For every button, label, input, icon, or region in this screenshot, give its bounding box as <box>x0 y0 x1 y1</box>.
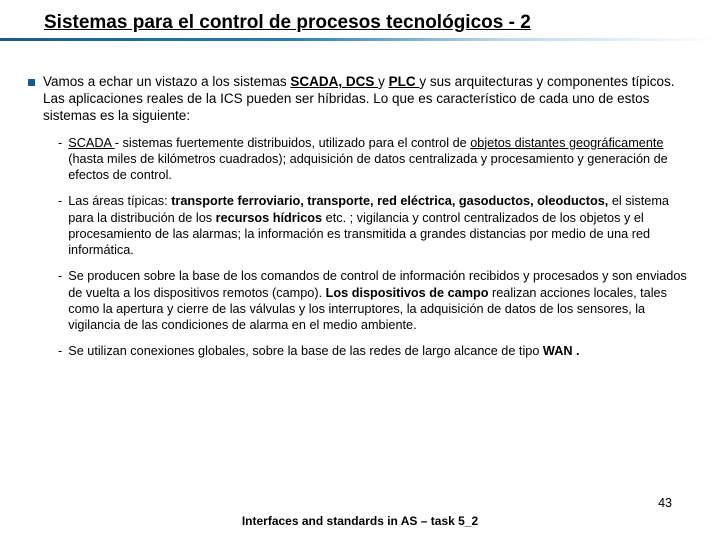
dash-bullet-icon: - <box>58 135 62 151</box>
square-bullet-icon <box>28 79 35 86</box>
dash-bullet-icon: - <box>58 268 62 284</box>
item-text: SCADA - sistemas fuertemente distribuido… <box>68 135 692 184</box>
list-item: - Se producen sobre la base de los coman… <box>58 268 692 333</box>
lead-b1: SCADA, DCS <box>290 74 378 89</box>
lead-mid1: y <box>378 74 389 89</box>
s1b: - sistemas fuertemente distribuidos, uti… <box>115 136 470 150</box>
slide-content: Vamos a echar un vistazo a los sistemas … <box>0 40 720 360</box>
dash-bullet-icon: - <box>58 193 62 209</box>
item-text: Se producen sobre la base de los comando… <box>68 268 692 333</box>
sublist: - SCADA - sistemas fuertemente distribui… <box>28 135 692 360</box>
lead-paragraph: Vamos a echar un vistazo a los sistemas … <box>28 74 692 125</box>
s1c: objetos distantes geográficamente <box>470 136 663 150</box>
s4a: Se utilizan conexiones globales, sobre l… <box>68 344 543 358</box>
s1a: SCADA <box>68 136 115 150</box>
page-number: 43 <box>658 496 672 510</box>
s4b: WAN . <box>543 344 580 358</box>
s1d: (hasta miles de kilómetros cuadrados); a… <box>68 152 667 182</box>
s2d: recursos hídricos <box>216 211 322 225</box>
s3b: Los dispositivos de campo <box>326 286 492 300</box>
list-item: - Las áreas típicas: transporte ferrovia… <box>58 193 692 258</box>
footer-text: Interfaces and standards in AS – task 5_… <box>0 514 720 528</box>
list-item: - SCADA - sistemas fuertemente distribui… <box>58 135 692 184</box>
list-item: - Se utilizan conexiones globales, sobre… <box>58 343 692 359</box>
title-rule <box>0 38 720 41</box>
lead-text: Vamos a echar un vistazo a los sistemas … <box>43 74 692 125</box>
item-text: Se utilizan conexiones globales, sobre l… <box>68 343 579 359</box>
lead-b2: PLC <box>389 74 420 89</box>
s2a: Las áreas típicas: <box>68 194 171 208</box>
lead-pre: Vamos a echar un vistazo a los sistemas <box>43 74 290 89</box>
s2b: transporte ferroviario, transporte, red … <box>171 194 612 208</box>
dash-bullet-icon: - <box>58 343 62 359</box>
item-text: Las áreas típicas: transporte ferroviari… <box>68 193 692 258</box>
slide-title-wrap: Sistemas para el control de procesos tec… <box>0 0 720 40</box>
slide-title: Sistemas para el control de procesos tec… <box>44 12 531 33</box>
